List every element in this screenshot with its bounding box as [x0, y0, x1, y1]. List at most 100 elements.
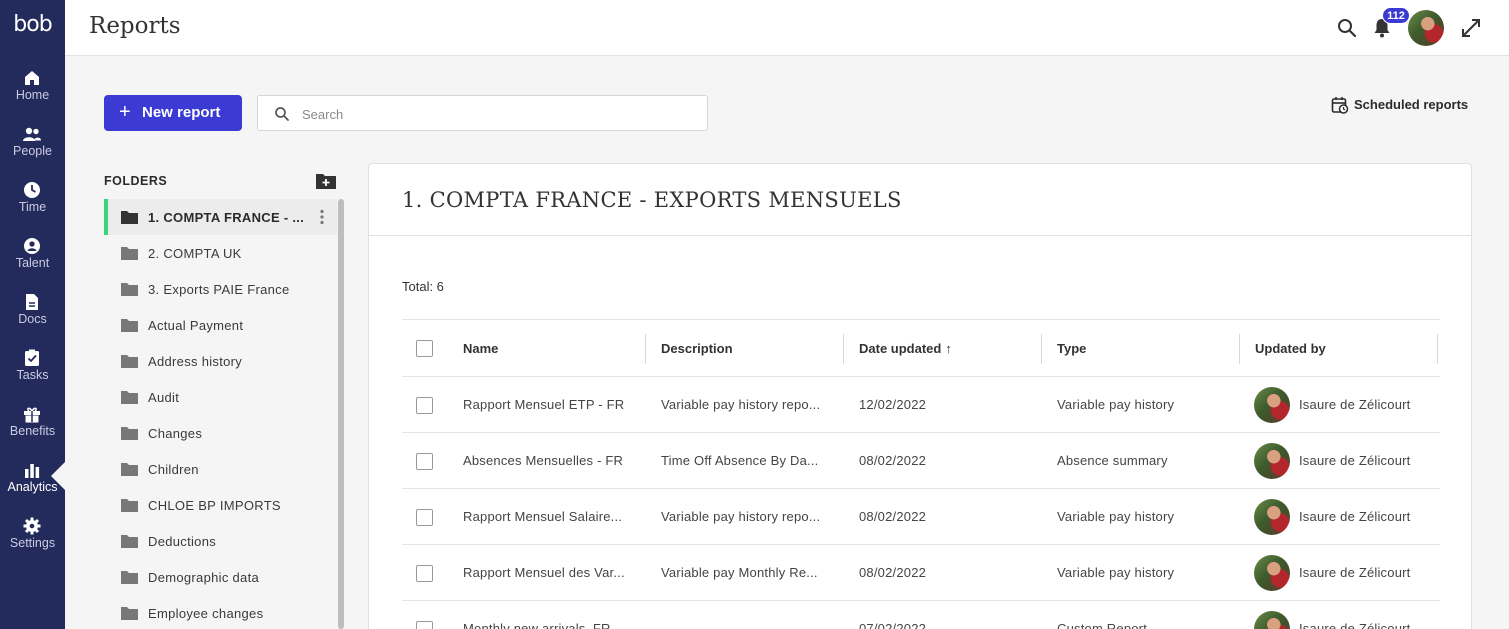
- column-resize-handle[interactable]: [1041, 334, 1042, 364]
- report-date: 08/02/2022: [859, 509, 927, 524]
- folder-item[interactable]: 3. Exports PAIE France: [104, 271, 337, 307]
- user-avatar[interactable]: [1408, 10, 1444, 46]
- row-checkbox[interactable]: [416, 565, 433, 582]
- folder-item[interactable]: 2. COMPTA UK: [104, 235, 337, 271]
- column-resize-handle[interactable]: [645, 334, 646, 364]
- table-header: Name Description Date updated ↑ Type Upda…: [402, 319, 1440, 377]
- scheduled-calendar-icon: [1331, 97, 1349, 114]
- plus-icon: +: [119, 101, 131, 123]
- folder-item[interactable]: CHLOE BP IMPORTS: [104, 487, 337, 523]
- page-title: Reports: [89, 13, 181, 39]
- folder-list-scrollbar[interactable]: [338, 199, 344, 629]
- report-date: 07/02/2022: [859, 621, 927, 629]
- column-resize-handle[interactable]: [1437, 334, 1438, 364]
- nav-label-tasks: Tasks: [16, 368, 49, 382]
- left-nav: bob Home People Time Talent Docs Tasks B…: [0, 0, 65, 629]
- column-header-name[interactable]: Name: [463, 341, 498, 356]
- report-description: Variable pay Monthly Re...: [661, 565, 818, 580]
- nav-item-time[interactable]: Time: [0, 174, 65, 230]
- select-all-checkbox[interactable]: [416, 340, 433, 357]
- folder-icon: [121, 355, 138, 368]
- bob-logo[interactable]: bob: [0, 12, 65, 37]
- folder-item[interactable]: Demographic data: [104, 559, 337, 595]
- new-report-label: New report: [142, 104, 221, 121]
- folder-item[interactable]: Audit: [104, 379, 337, 415]
- search-icon[interactable]: [1335, 16, 1359, 40]
- scheduled-reports-label: Scheduled reports: [1354, 97, 1469, 112]
- expand-icon[interactable]: [1459, 16, 1483, 40]
- gift-icon: [24, 407, 40, 423]
- report-name[interactable]: Monthly new arrivals_FR: [463, 621, 611, 629]
- updater-avatar: [1254, 499, 1290, 535]
- folder-item[interactable]: Children: [104, 451, 337, 487]
- row-checkbox[interactable]: [416, 453, 433, 470]
- scheduled-reports-link[interactable]: Scheduled reports: [1331, 95, 1472, 115]
- table-row[interactable]: Rapport Mensuel ETP - FR Variable pay hi…: [402, 377, 1440, 433]
- search-input[interactable]: [302, 104, 692, 124]
- divider: [369, 235, 1471, 236]
- folder-icon: [121, 571, 138, 584]
- new-report-button[interactable]: + New report: [104, 95, 242, 131]
- column-header-date-updated[interactable]: Date updated ↑: [859, 341, 952, 356]
- updater-avatar: [1254, 611, 1290, 629]
- folder-title: 1. COMPTA FRANCE - EXPORTS MENSUELS: [402, 188, 902, 212]
- nav-item-settings[interactable]: Settings: [0, 510, 65, 566]
- folder-label: Changes: [148, 426, 203, 441]
- notification-count-badge[interactable]: 112: [1382, 7, 1410, 24]
- folder-icon: [121, 499, 138, 512]
- folder-label: CHLOE BP IMPORTS: [148, 498, 281, 513]
- report-search[interactable]: [257, 95, 708, 131]
- kebab-menu-icon[interactable]: [313, 208, 331, 226]
- report-name[interactable]: Rapport Mensuel des Var...: [463, 565, 625, 580]
- column-resize-handle[interactable]: [1239, 334, 1240, 364]
- add-folder-icon[interactable]: [315, 171, 337, 191]
- folder-item[interactable]: Deductions: [104, 523, 337, 559]
- total-count: Total: 6: [402, 279, 444, 294]
- column-header-date-label: Date updated: [859, 341, 942, 356]
- column-resize-handle[interactable]: [843, 334, 844, 364]
- report-name[interactable]: Absences Mensuelles - FR: [463, 453, 623, 468]
- folder-icon: [121, 427, 138, 440]
- table-row[interactable]: Rapport Mensuel des Var... Variable pay …: [402, 545, 1440, 601]
- row-checkbox[interactable]: [416, 621, 433, 629]
- column-header-updated-by[interactable]: Updated by: [1255, 341, 1326, 356]
- updated-by-name: Isaure de Zélicourt: [1299, 453, 1411, 468]
- tasks-icon: [25, 349, 39, 366]
- home-icon: [25, 71, 39, 85]
- row-checkbox[interactable]: [416, 509, 433, 526]
- folder-item[interactable]: Actual Payment: [104, 307, 337, 343]
- nav-item-people[interactable]: People: [0, 118, 65, 174]
- table-row[interactable]: Monthly new arrivals_FR 07/02/2022 Custo…: [402, 601, 1440, 629]
- table-row[interactable]: Rapport Mensuel Salaire... Variable pay …: [402, 489, 1440, 545]
- folder-item[interactable]: Employee changes: [104, 595, 337, 629]
- updater-avatar: [1254, 387, 1290, 423]
- report-name[interactable]: Rapport Mensuel ETP - FR: [463, 397, 624, 412]
- row-checkbox[interactable]: [416, 397, 433, 414]
- report-name[interactable]: Rapport Mensuel Salaire...: [463, 509, 622, 524]
- clock-icon: [24, 182, 40, 198]
- search-icon: [275, 107, 289, 121]
- nav-item-home[interactable]: Home: [0, 62, 65, 118]
- folder-icon: [121, 247, 138, 260]
- folder-icon: [121, 391, 138, 404]
- updated-by-name: Isaure de Zélicourt: [1299, 621, 1411, 629]
- report-description: Variable pay history repo...: [661, 509, 821, 524]
- folder-label: Deductions: [148, 534, 217, 549]
- nav-item-tasks[interactable]: Tasks: [0, 342, 65, 398]
- folder-item[interactable]: 1. COMPTA FRANCE - ...: [104, 199, 337, 235]
- column-header-description[interactable]: Description: [661, 341, 733, 356]
- nav-item-benefits[interactable]: Benefits: [0, 398, 65, 454]
- nav-item-docs[interactable]: Docs: [0, 286, 65, 342]
- column-header-type[interactable]: Type: [1057, 341, 1086, 356]
- folder-item[interactable]: Changes: [104, 415, 337, 451]
- folder-label: Actual Payment: [148, 318, 244, 333]
- nav-label-docs: Docs: [18, 312, 47, 326]
- nav-item-talent[interactable]: Talent: [0, 230, 65, 286]
- updater-avatar: [1254, 443, 1290, 479]
- folder-item[interactable]: Address history: [104, 343, 337, 379]
- updated-by-name: Isaure de Zélicourt: [1299, 509, 1411, 524]
- gear-icon: [23, 517, 41, 535]
- folder-label: Children: [148, 462, 199, 477]
- sort-ascending-icon: ↑: [945, 341, 952, 356]
- table-row[interactable]: Absences Mensuelles - FR Time Off Absenc…: [402, 433, 1440, 489]
